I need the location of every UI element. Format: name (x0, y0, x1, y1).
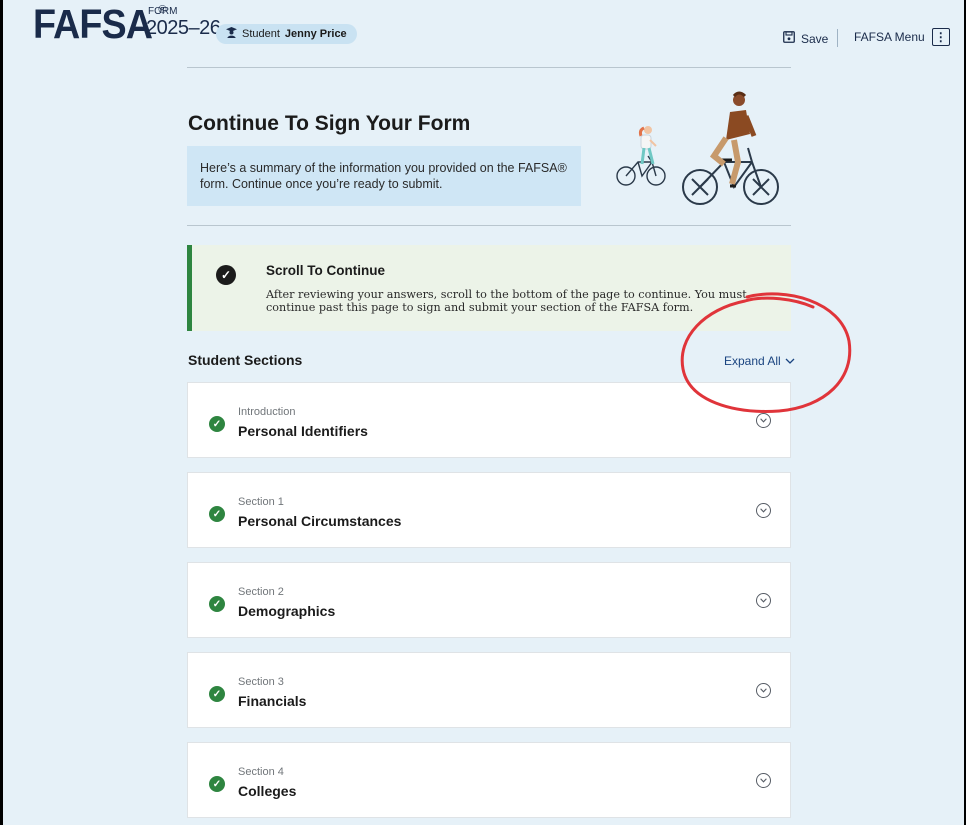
section-label: Section 2 (238, 586, 284, 598)
fafsa-menu-button[interactable]: FAFSA Menu ⋮ (854, 28, 950, 46)
student-prefix: Student (242, 28, 280, 40)
top-divider (187, 67, 791, 68)
section-label: Section 4 (238, 766, 284, 778)
header-divider (837, 29, 838, 47)
check-circle-icon: ✓ (209, 416, 225, 432)
alert-title: Scroll To Continue (266, 263, 385, 278)
section-card-1[interactable]: ✓ Section 1 Personal Circumstances (187, 472, 791, 548)
section-title: Financials (238, 693, 307, 709)
section-title: Personal Identifiers (238, 423, 368, 439)
check-circle-icon: ✓ (209, 506, 225, 522)
chevron-circle-down-icon[interactable] (756, 773, 771, 788)
chevron-circle-down-icon[interactable] (756, 503, 771, 518)
form-year: 2025–26 (146, 17, 221, 39)
fafsa-menu-label: FAFSA Menu (854, 30, 925, 44)
save-label: Save (801, 31, 829, 46)
chevron-circle-down-icon[interactable] (756, 413, 771, 428)
check-circle-icon: ✓ (209, 776, 225, 792)
student-sections-heading: Student Sections (188, 352, 303, 368)
chevron-circle-down-icon[interactable] (756, 593, 771, 608)
section-card-4[interactable]: ✓ Section 4 Colleges (187, 742, 791, 818)
section-label: Section 3 (238, 676, 284, 688)
section-card-2[interactable]: ✓ Section 2 Demographics (187, 562, 791, 638)
kebab-menu-icon: ⋮ (931, 28, 950, 46)
section-card-introduction[interactable]: ✓ Introduction Personal Identifiers (187, 382, 791, 458)
cyclists-illustration (608, 90, 788, 208)
alert-body: After reviewing your answers, scroll to … (266, 288, 747, 314)
section-title: Personal Circumstances (238, 513, 402, 529)
expand-all-button[interactable]: Expand All (724, 354, 795, 368)
student-badge: Student Jenny Price (216, 24, 357, 44)
save-icon (783, 31, 795, 46)
save-button[interactable]: Save (783, 31, 828, 46)
student-icon (226, 27, 237, 41)
expand-all-label: Expand All (724, 354, 781, 368)
section-label: Introduction (238, 406, 296, 418)
fafsa-page: FAFSA ® FORM 2025–26 Student Jenny Price… (2, 0, 965, 825)
scroll-alert: ✓ Scroll To Continue After reviewing you… (187, 245, 791, 331)
check-circle-icon: ✓ (216, 265, 236, 285)
check-circle-icon: ✓ (209, 596, 225, 612)
student-name: Jenny Price (284, 28, 347, 40)
chevron-circle-down-icon[interactable] (756, 683, 771, 698)
check-circle-icon: ✓ (209, 686, 225, 702)
chevron-down-icon (785, 354, 795, 368)
section-card-3[interactable]: ✓ Section 3 Financials (187, 652, 791, 728)
section-title: Colleges (238, 783, 297, 799)
intro-divider (187, 225, 791, 226)
section-label: Section 1 (238, 496, 284, 508)
logo-text: FAFSA (33, 1, 153, 47)
page-title: Continue To Sign Your Form (188, 112, 471, 135)
summary-box: Here’s a summary of the information you … (187, 146, 581, 206)
section-title: Demographics (238, 603, 336, 619)
